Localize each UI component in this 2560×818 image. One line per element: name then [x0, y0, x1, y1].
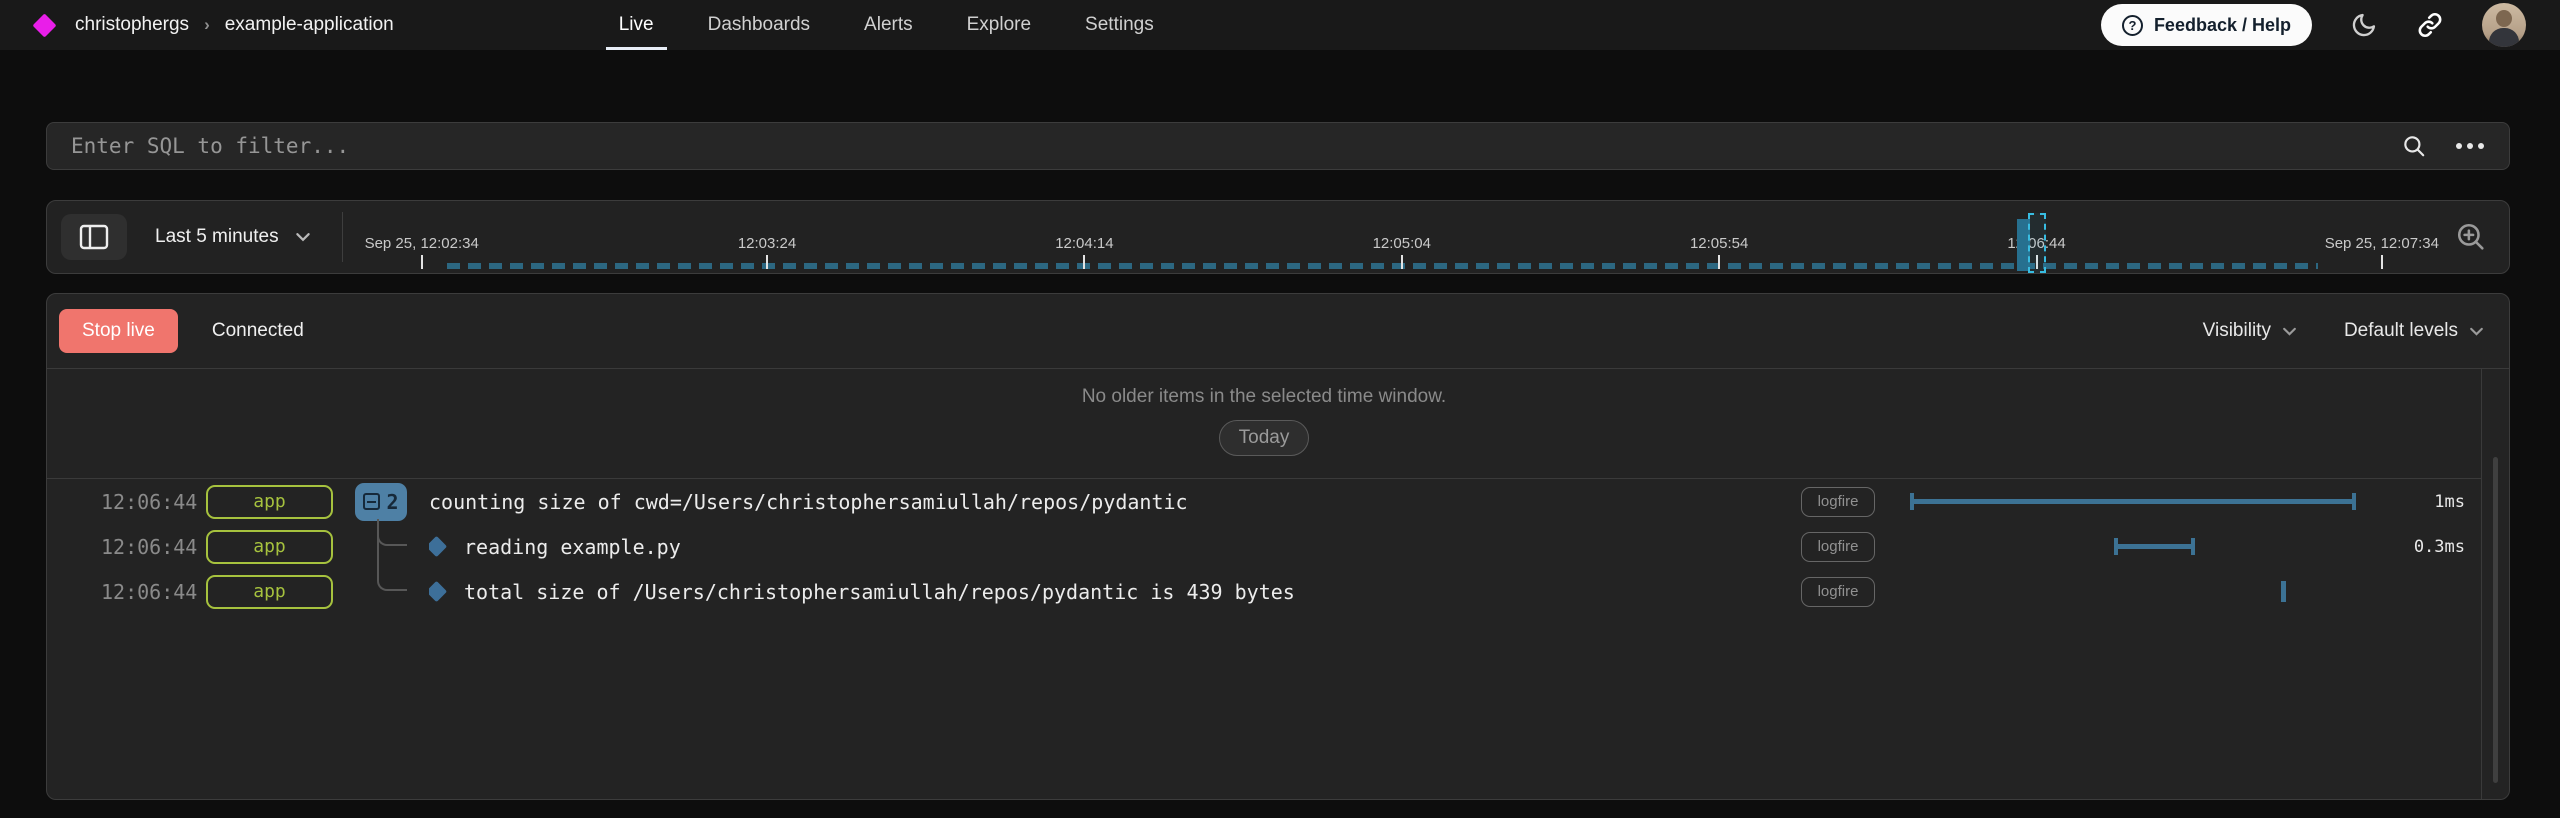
- span-diamond-icon: [429, 536, 447, 557]
- breadcrumb-separator: ›: [204, 15, 210, 35]
- service-badge[interactable]: logfire: [1801, 577, 1875, 607]
- span-track: [1891, 569, 2381, 614]
- zoom-in-icon[interactable]: [2443, 209, 2499, 265]
- log-point-tick: [2281, 581, 2286, 602]
- breadcrumb-org[interactable]: christophergs: [75, 14, 189, 36]
- log-row-child[interactable]: 12:06:44 app total size of /Users/christ…: [47, 569, 2481, 614]
- time-range-label: Last 5 minutes: [155, 226, 279, 248]
- log-timestamp: 12:06:44: [101, 580, 189, 604]
- timeline-tick: Sep 25, 12:02:34: [365, 201, 479, 273]
- tab-dashboards[interactable]: Dashboards: [708, 0, 810, 50]
- sql-filter-input[interactable]: [71, 134, 2401, 158]
- log-message: counting size of cwd=/Users/christophers…: [429, 490, 1801, 514]
- question-circle-icon: ?: [2122, 15, 2143, 36]
- app-tag-badge[interactable]: app: [206, 575, 333, 609]
- nav-tabs: Live Dashboards Alerts Explore Settings: [619, 0, 1154, 50]
- time-range-dropdown[interactable]: Last 5 minutes: [155, 226, 312, 248]
- navbar-right-group: ? Feedback / Help: [2101, 3, 2526, 47]
- log-row-child[interactable]: 12:06:44 app reading example.py logfire …: [47, 524, 2481, 569]
- time-range-bar: Last 5 minutes Sep 25, 12:02:34 12:03:24…: [46, 200, 2510, 274]
- divider: [342, 212, 343, 262]
- span-duration-label: 1ms: [2387, 492, 2465, 512]
- visibility-dropdown[interactable]: Visibility: [2203, 320, 2298, 342]
- more-options-icon[interactable]: [2455, 142, 2485, 150]
- span-track: [1891, 524, 2381, 569]
- sidebar-toggle-button[interactable]: [61, 214, 127, 260]
- timeline-tick: Sep 25, 12:07:34: [2325, 201, 2439, 273]
- stop-live-button[interactable]: Stop live: [59, 309, 178, 353]
- tree-connector: [377, 519, 407, 591]
- empty-state: No older items in the selected time wind…: [47, 369, 2481, 479]
- log-message: reading example.py: [464, 535, 681, 559]
- span-duration-label: 0.3ms: [2387, 537, 2465, 557]
- log-row-parent[interactable]: 12:06:44 app 2 counting size of cwd=/Use…: [47, 479, 2481, 524]
- app-tag-badge[interactable]: app: [206, 530, 333, 564]
- log-timestamp: 12:06:44: [101, 535, 189, 559]
- log-message: total size of /Users/christophersamiulla…: [464, 580, 1295, 604]
- collapse-minus-icon: [363, 493, 380, 510]
- feedback-help-label: Feedback / Help: [2154, 15, 2291, 36]
- timeline-tick-spike: 12:06:44: [2007, 201, 2065, 273]
- service-badge[interactable]: logfire: [1801, 532, 1875, 562]
- child-count: 2: [386, 490, 398, 514]
- collapse-toggle[interactable]: 2: [355, 483, 407, 521]
- scrollbar-track: [2481, 369, 2509, 799]
- top-navbar: christophergs › example-application Live…: [0, 0, 2560, 50]
- log-scroll-area: No older items in the selected time wind…: [47, 369, 2509, 799]
- tab-alerts[interactable]: Alerts: [864, 0, 913, 50]
- chevron-down-icon: [294, 228, 312, 246]
- user-avatar[interactable]: [2482, 3, 2526, 47]
- chevron-down-icon: [2468, 323, 2485, 340]
- connection-status: Connected: [212, 320, 304, 342]
- tab-explore[interactable]: Explore: [967, 0, 1031, 50]
- search-icon[interactable]: [2401, 133, 2427, 159]
- chevron-down-icon: [2281, 323, 2298, 340]
- default-levels-dropdown[interactable]: Default levels: [2344, 320, 2485, 342]
- timeline-tick: 12:05:04: [1373, 201, 1431, 273]
- sql-filter-bar: [46, 122, 2510, 170]
- timeline-ticks: Sep 25, 12:02:34 12:03:24 12:04:14 12:05…: [365, 201, 2439, 273]
- scrollbar-thumb[interactable]: [2493, 457, 2498, 783]
- logfire-logo-icon[interactable]: [32, 13, 56, 37]
- share-link-icon[interactable]: [2416, 11, 2444, 39]
- theme-toggle-moon-icon[interactable]: [2350, 11, 2378, 39]
- span-duration-bar: [2114, 538, 2195, 555]
- timeline-histogram[interactable]: Sep 25, 12:02:34 12:03:24 12:04:14 12:05…: [365, 201, 2443, 273]
- timeline-tick: 12:04:14: [1055, 201, 1113, 273]
- today-button[interactable]: Today: [1219, 420, 1310, 456]
- log-timestamp: 12:06:44: [101, 490, 189, 514]
- tab-live[interactable]: Live: [619, 0, 654, 50]
- span-diamond-icon: [429, 581, 447, 602]
- log-rows: 12:06:44 app 2 counting size of cwd=/Use…: [47, 479, 2481, 614]
- empty-state-message: No older items in the selected time wind…: [1082, 386, 1446, 408]
- service-badge[interactable]: logfire: [1801, 487, 1875, 517]
- timeline-tick: 12:05:54: [1690, 201, 1748, 273]
- timeline-selection-cursor[interactable]: [2028, 213, 2046, 273]
- timeline-tick: 12:03:24: [738, 201, 796, 273]
- app-tag-badge[interactable]: app: [206, 485, 333, 519]
- live-view-panel: Stop live Connected Visibility Default l…: [46, 293, 2510, 800]
- span-track: [1891, 479, 2381, 524]
- tab-settings[interactable]: Settings: [1085, 0, 1154, 50]
- breadcrumb-project[interactable]: example-application: [225, 14, 394, 36]
- span-duration-bar: [1910, 493, 2356, 510]
- live-controls-bar: Stop live Connected Visibility Default l…: [47, 294, 2509, 369]
- feedback-help-button[interactable]: ? Feedback / Help: [2101, 4, 2312, 46]
